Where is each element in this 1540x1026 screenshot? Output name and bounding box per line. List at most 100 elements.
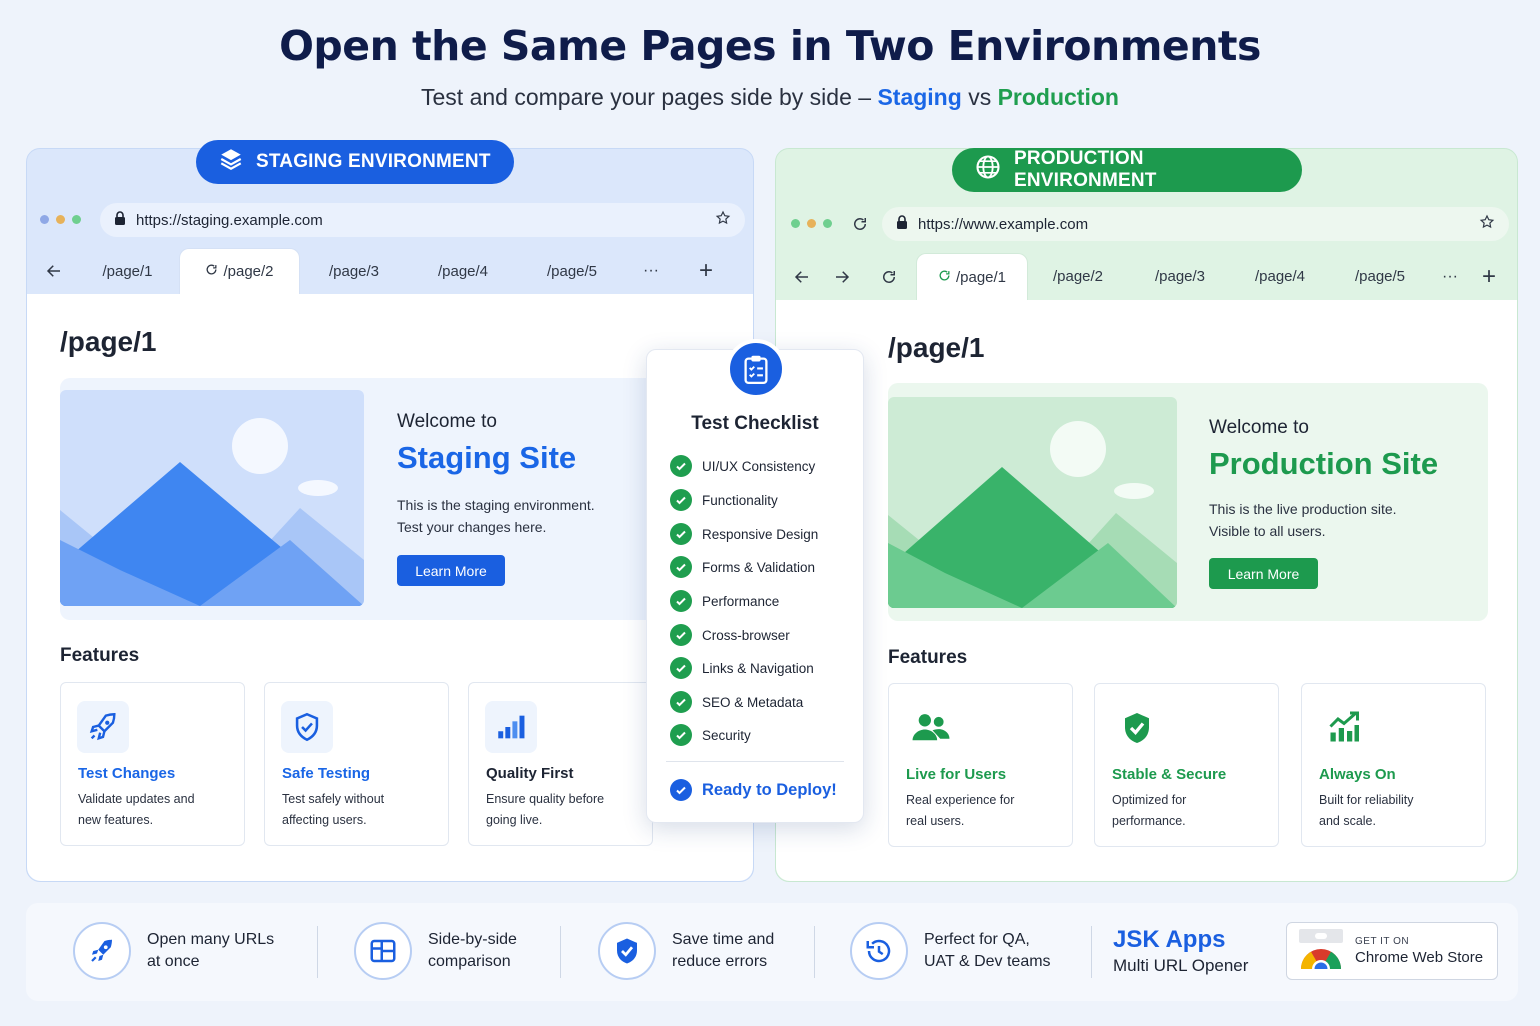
loading-icon [938,269,951,286]
tab-label: /page/1 [955,268,1007,286]
staging-learn-more-button[interactable]: Learn More [397,555,505,586]
desc-line: Built for reliability [1319,793,1414,807]
staging-tab-page4[interactable]: /page/4 [408,248,518,294]
star-icon[interactable] [1479,214,1495,234]
back-arrow-icon[interactable] [782,253,822,300]
window-dot [823,219,832,228]
store-label: Chrome Web Store [1355,949,1484,966]
staging-tab-bar: /page/1 /page/2 /page/3 /page/4 /page/5 … [32,248,736,294]
forward-arrow-icon[interactable] [822,253,862,300]
checklist-item: Performance [670,590,779,612]
production-site-name: Production Site [1209,446,1439,481]
check-circle-icon [670,489,692,511]
production-tab-page5[interactable]: /page/5 [1328,253,1432,300]
check-circle-icon [670,455,692,477]
feature-title: Live for Users [906,766,1007,783]
new-tab-icon[interactable]: + [676,248,736,294]
brand-name: JSK Apps [1113,926,1226,953]
footer-text: Open many URLs at once [147,929,274,973]
production-learn-more-button[interactable]: Learn More [1209,558,1318,589]
staging-tab-page5[interactable]: /page/5 [518,248,626,294]
check-circle-icon [670,590,692,612]
desc-line: performance. [1112,814,1186,828]
staging-feature-card: Test Changes Validate updates and new fea… [60,682,245,846]
chrome-web-store-button[interactable]: GET IT ON Chrome Web Store [1286,922,1498,980]
production-url[interactable]: https://www.example.com [918,216,1469,233]
production-welcome: Welcome to [1209,417,1309,438]
users-icon [905,702,957,754]
globe-icon [974,153,1002,187]
feature-description: Ensure quality before going live. [486,789,646,831]
window-dot [807,219,816,228]
brand-block: JSK Apps Multi URL Opener [1113,926,1248,976]
production-url-bar[interactable]: https://www.example.com [882,207,1509,241]
footer-item: Side-by-side comparison [354,922,517,980]
desc-line: This is the staging environment. [397,497,595,513]
desc-line: affecting users. [282,813,367,827]
staging-hero-image [60,390,364,606]
checklist-item-label: Performance [702,593,780,609]
reload-icon[interactable] [851,215,869,238]
footer-line: Open many URLs [147,931,275,948]
lock-icon [114,211,126,229]
star-icon[interactable] [715,210,731,230]
tab-label: /page/4 [437,262,489,280]
production-tab-page3[interactable]: /page/3 [1128,253,1232,300]
checklist-item-label: Links & Navigation [702,660,814,676]
footer-text: Side-by-side comparison [428,929,517,973]
production-tab-page1[interactable]: /page/1 [916,253,1028,300]
staging-tab-page3[interactable]: /page/3 [300,248,408,294]
checklist-item-label: Responsive Design [702,526,819,542]
staging-page-heading: /page/1 [60,326,157,357]
more-tabs-icon[interactable]: ··· [626,248,676,294]
footer-line: at once [147,953,200,970]
staging-url[interactable]: https://staging.example.com [136,212,705,229]
production-window-dots [791,219,832,228]
new-tab-icon[interactable]: + [1468,253,1510,300]
desc-line: real users. [906,814,965,828]
production-tab-page2[interactable]: /page/2 [1028,253,1128,300]
staging-url-bar[interactable]: https://staging.example.com [100,203,745,237]
desc-line: Test your changes here. [397,519,547,535]
footer-line: comparison [428,953,511,970]
desc-line: Visible to all users. [1209,523,1326,539]
staging-tab-page2[interactable]: /page/2 [179,248,300,294]
checklist-item-label: Cross-browser [702,627,790,643]
refresh-icon[interactable] [862,253,916,300]
desc-line: Ensure quality before [486,792,605,806]
desc-line: going live. [486,813,543,827]
footer-line: UAT & Dev teams [924,953,1051,970]
staging-features-heading: Features [60,645,140,666]
loading-icon [205,263,218,280]
subtitle-staging: Staging [877,84,962,110]
footer-text: Save time and reduce errors [672,929,774,973]
checklist-divider [666,761,844,762]
store-small-label: GET IT ON [1355,936,1410,947]
feature-title: Stable & Secure [1112,766,1227,783]
production-description: This is the live production site. Visibl… [1209,498,1397,542]
ready-label: Ready to Deploy! [702,780,837,799]
staging-tab-page1[interactable]: /page/1 [76,248,179,294]
checklist-item: Forms & Validation [670,556,815,578]
back-arrow-icon[interactable] [32,248,76,294]
footer-item: Save time and reduce errors [598,922,774,980]
tab-label: /page/5 [1354,268,1406,285]
footer-divider [560,926,561,978]
tab-label: /page/1 [102,262,153,280]
feature-description: Validate updates and new features. [78,789,238,831]
check-circle-icon [670,691,692,713]
brand-subtitle: Multi URL Opener [1113,956,1249,975]
subtitle-prefix: Test and compare your pages side by side… [421,84,872,110]
footer-line: reduce errors [672,953,768,970]
tab-label: /page/5 [546,262,598,280]
production-tab-page4[interactable]: /page/4 [1232,253,1328,300]
clipboard-icon [726,339,786,399]
page-subtitle: Test and compare your pages side by side… [0,84,1540,111]
checklist-item: UI/UX Consistency [670,455,815,477]
tab-label: /page/4 [1254,268,1306,285]
check-circle-icon [670,779,692,801]
production-feature-card: Always On Built for reliability and scale… [1301,683,1486,847]
more-tabs-icon[interactable]: ··· [1432,253,1468,300]
production-badge-label: PRODUCTION ENVIRONMENT [1014,148,1157,191]
production-features-heading: Features [888,647,968,668]
